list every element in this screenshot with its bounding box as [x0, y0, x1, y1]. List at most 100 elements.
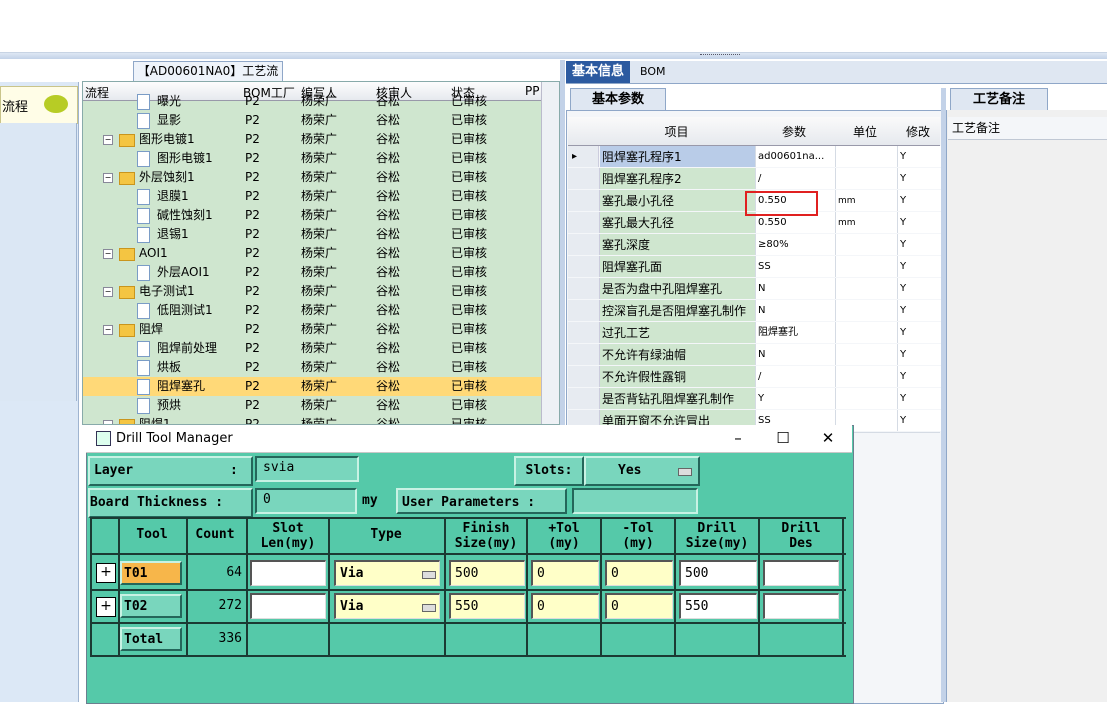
collapse-icon[interactable]: −: [103, 173, 113, 183]
row-selector[interactable]: ▸: [568, 146, 599, 167]
param-unit[interactable]: [835, 278, 898, 299]
tree-row[interactable]: 阻焊塞孔 P2 杨荣广 谷松 已审核: [83, 377, 541, 396]
drill-des-input-t02[interactable]: [763, 593, 839, 619]
tree-row[interactable]: 阻焊前处理 P2 杨荣广 谷松 已审核: [83, 339, 541, 358]
param-modify[interactable]: Y: [897, 366, 942, 387]
minimize-icon[interactable]: –: [726, 428, 750, 448]
param-modify[interactable]: Y: [897, 190, 942, 211]
row-selector[interactable]: [568, 344, 600, 365]
param-value[interactable]: /: [755, 366, 836, 387]
tree-row[interactable]: − AOI1 P2 杨荣广 谷松 已审核: [83, 244, 541, 263]
tab-basic-params[interactable]: 基本参数: [570, 88, 666, 111]
param-unit[interactable]: [835, 366, 898, 387]
tree-row[interactable]: 烘板 P2 杨荣广 谷松 已审核: [83, 358, 541, 377]
close-icon[interactable]: ✕: [816, 428, 840, 448]
param-row[interactable]: 不允许假性露铜 / Y: [568, 366, 942, 389]
collapse-icon[interactable]: −: [103, 325, 113, 335]
param-col-modify[interactable]: 修改: [897, 123, 939, 140]
tool-cell-t02[interactable]: T02: [120, 594, 182, 618]
param-modify[interactable]: Y: [897, 212, 942, 233]
param-unit[interactable]: [835, 168, 898, 189]
tree-row[interactable]: 曝光 P2 杨荣广 谷松 已审核: [83, 92, 541, 111]
param-unit[interactable]: mm: [835, 212, 898, 233]
param-unit[interactable]: [835, 322, 898, 343]
param-col-param[interactable]: 参数: [755, 123, 833, 140]
tree-row[interactable]: − 外层蚀刻1 P2 杨荣广 谷松 已审核: [83, 168, 541, 187]
param-modify[interactable]: Y: [897, 388, 942, 409]
param-row[interactable]: ▸ 阻焊塞孔程序1 ad00601na... Y: [568, 146, 942, 169]
horizontal-splitter[interactable]: [0, 53, 1107, 59]
param-unit[interactable]: mm: [835, 190, 898, 211]
drill-size-input-t02[interactable]: 550: [679, 593, 757, 619]
tree-row[interactable]: 退膜1 P2 杨荣广 谷松 已审核: [83, 187, 541, 206]
param-unit[interactable]: [835, 388, 898, 409]
tab-bom[interactable]: BOM: [640, 61, 666, 83]
plus-tol-input-t01[interactable]: 0: [531, 560, 599, 586]
param-modify[interactable]: Y: [897, 146, 942, 167]
tree-row[interactable]: − 电子测试1 P2 杨荣广 谷松 已审核: [83, 282, 541, 301]
param-value[interactable]: N: [755, 300, 836, 321]
row-selector[interactable]: [568, 366, 600, 387]
tree-row[interactable]: − 图形电镀1 P2 杨荣广 谷松 已审核: [83, 130, 541, 149]
tree-row[interactable]: 图形电镀1 P2 杨荣广 谷松 已审核: [83, 149, 541, 168]
tree-row[interactable]: − 阻焊1 P2 杨荣广 谷松 已审核: [83, 415, 541, 424]
param-modify[interactable]: Y: [897, 234, 942, 255]
row-expand-icon[interactable]: +: [96, 563, 116, 583]
row-selector[interactable]: [568, 168, 600, 189]
param-row[interactable]: 不允许有绿油帽 N Y: [568, 344, 942, 367]
param-value[interactable]: /: [755, 168, 836, 189]
param-modify[interactable]: Y: [897, 344, 942, 365]
param-modify[interactable]: Y: [897, 168, 942, 189]
param-row[interactable]: 阻焊塞孔面 SS Y: [568, 256, 942, 279]
remark-column-header[interactable]: 工艺备注: [948, 117, 1107, 140]
row-expand-icon[interactable]: +: [96, 597, 116, 617]
param-modify[interactable]: Y: [897, 322, 942, 343]
param-unit[interactable]: [835, 300, 898, 321]
slot-len-input-t02[interactable]: [250, 593, 326, 619]
param-modify[interactable]: Y: [897, 300, 942, 321]
param-value[interactable]: Y: [755, 388, 836, 409]
splitter-grip[interactable]: [700, 54, 740, 58]
row-selector[interactable]: [568, 322, 600, 343]
slots-dropdown[interactable]: Yes: [584, 456, 700, 486]
tree-row[interactable]: 低阻测试1 P2 杨荣广 谷松 已审核: [83, 301, 541, 320]
row-selector[interactable]: [568, 388, 600, 409]
plus-tol-input-t02[interactable]: 0: [531, 593, 599, 619]
row-selector[interactable]: [568, 234, 600, 255]
param-col-item[interactable]: 项目: [600, 123, 753, 140]
param-unit[interactable]: [835, 146, 898, 167]
param-value[interactable]: 阻焊塞孔: [755, 322, 836, 343]
tab-process-remark[interactable]: 工艺备注: [950, 88, 1048, 111]
tree-scrollbar[interactable]: [541, 82, 559, 424]
param-value[interactable]: ad00601na...: [755, 146, 836, 167]
param-row[interactable]: 控深盲孔是否阻焊塞孔制作 N Y: [568, 300, 942, 323]
finish-input-t02[interactable]: 550: [449, 593, 525, 619]
tool-cell-t01[interactable]: T01: [120, 561, 182, 585]
finish-input-t01[interactable]: 500: [449, 560, 525, 586]
minus-tol-input-t01[interactable]: 0: [605, 560, 673, 586]
slot-len-input-t01[interactable]: [250, 560, 326, 586]
type-dropdown-t02[interactable]: Via: [334, 593, 440, 619]
user-parameters-input[interactable]: [572, 488, 698, 514]
param-unit[interactable]: [835, 256, 898, 277]
param-row[interactable]: 是否为盘中孔阻焊塞孔 N Y: [568, 278, 942, 301]
chat-bubble-icon[interactable]: [44, 95, 68, 113]
param-row[interactable]: 是否背钻孔阻焊塞孔制作 Y Y: [568, 388, 942, 411]
row-selector[interactable]: [568, 278, 600, 299]
param-row[interactable]: 阻焊塞孔程序2/ Y: [568, 168, 942, 191]
row-selector[interactable]: [568, 212, 600, 233]
param-row[interactable]: 过孔工艺 阻焊塞孔 Y: [568, 322, 942, 345]
collapse-icon[interactable]: −: [103, 249, 113, 259]
param-value[interactable]: N: [755, 344, 836, 365]
tree-row[interactable]: 显影 P2 杨荣广 谷松 已审核: [83, 111, 541, 130]
param-modify[interactable]: Y: [897, 278, 942, 299]
maximize-icon[interactable]: ☐: [771, 428, 795, 448]
tree-row[interactable]: − 阻焊 P2 杨荣广 谷松 已审核: [83, 320, 541, 339]
minus-tol-input-t02[interactable]: 0: [605, 593, 673, 619]
param-unit[interactable]: [835, 344, 898, 365]
param-modify[interactable]: Y: [897, 410, 942, 431]
collapse-icon[interactable]: −: [103, 135, 113, 145]
tab-basic-info[interactable]: 基本信息: [566, 61, 630, 83]
drill-size-input-t01[interactable]: 500: [679, 560, 757, 586]
collapse-icon[interactable]: −: [103, 287, 113, 297]
